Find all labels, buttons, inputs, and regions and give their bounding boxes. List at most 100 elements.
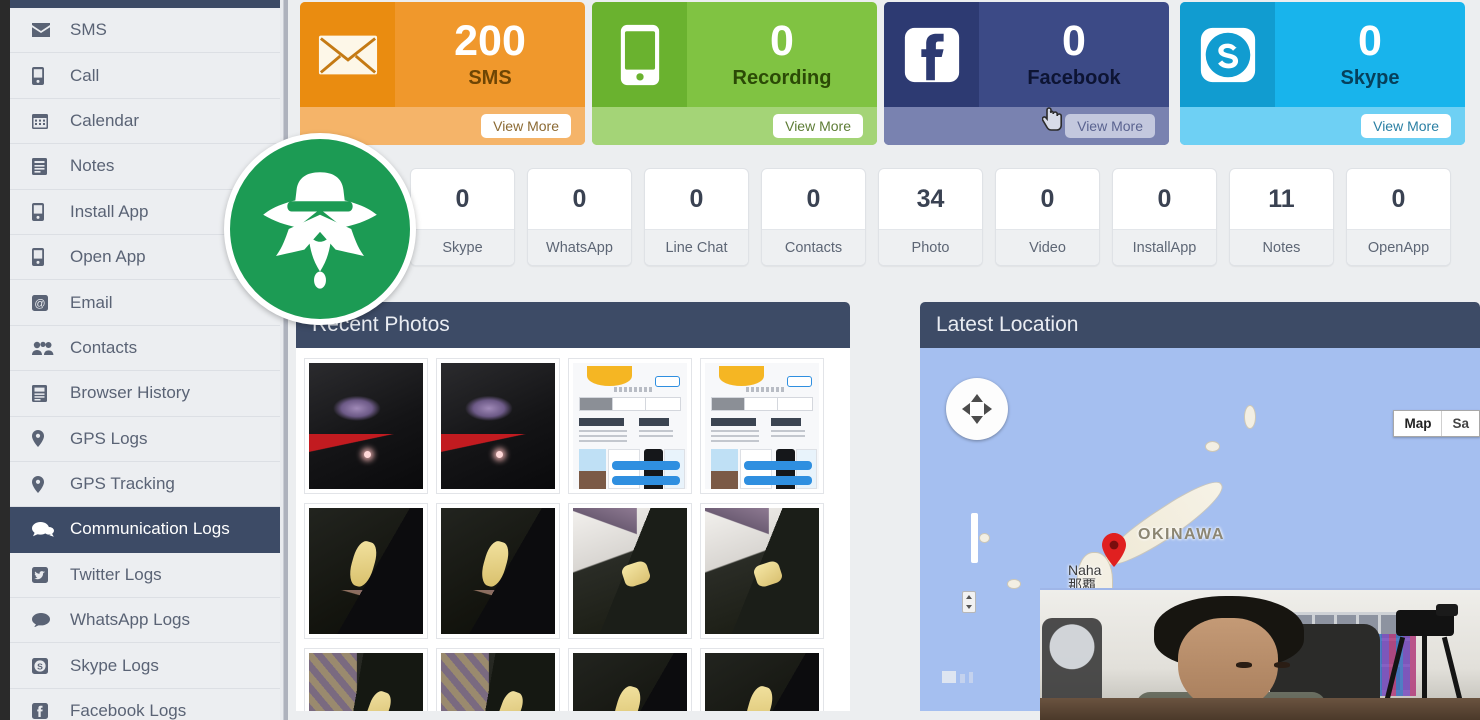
stat-tile-label: InstallApp (1113, 229, 1216, 265)
sidebar-item-call[interactable]: Call (10, 53, 280, 99)
svg-text:@: @ (34, 298, 45, 310)
sidebar-item-calendar[interactable]: Calendar (10, 98, 280, 145)
map-type-switcher[interactable]: Map Sa (1393, 410, 1480, 437)
photo-thumbnail[interactable] (304, 503, 428, 639)
summary-card-body: 200 SMS (395, 2, 585, 107)
map-zoom-handle[interactable] (962, 591, 976, 613)
stat-tile-label: Photo (879, 229, 982, 265)
sidebar-item-email[interactable]: @ Email (10, 280, 280, 326)
photo-thumbnail[interactable] (436, 503, 560, 639)
notes-icon (32, 157, 58, 175)
photo-thumbnail-image (441, 508, 555, 634)
sidebar-item-whatsapp-logs[interactable]: WhatsApp Logs (10, 598, 280, 644)
sidebar-item-label: Twitter Logs (70, 564, 162, 584)
photo-thumbnail-image (573, 653, 687, 711)
photo-thumbnail-image (309, 508, 423, 634)
stat-tile-installapp[interactable]: 0 InstallApp (1112, 168, 1217, 266)
summary-card-top: 200 SMS (300, 2, 585, 107)
sidebar-item-gps-tracking[interactable]: GPS Tracking (10, 461, 280, 508)
photo-thumbnail[interactable] (304, 358, 428, 494)
summary-card-count: 200 (454, 16, 526, 65)
map-zoom-slider[interactable] (971, 513, 978, 563)
summary-card-recording[interactable]: 0 Recording View More (592, 2, 877, 145)
map-type-map-button[interactable]: Map (1394, 411, 1441, 436)
summary-card-facebook[interactable]: 0 Facebook View More (884, 2, 1169, 145)
photo-thumbnail[interactable] (700, 648, 824, 711)
latest-location-title: Latest Location (920, 302, 1480, 348)
stat-tile-line-chat[interactable]: 0 Line Chat (644, 168, 749, 266)
stat-tile-label: Notes (1230, 229, 1333, 265)
summary-card-skype[interactable]: 0 Skype View More (1180, 2, 1465, 145)
sidebar-item-label: Browser History (70, 383, 190, 403)
svg-text:S: S (37, 661, 43, 671)
webcam-overlay (1040, 588, 1480, 720)
sidebar-item-contacts[interactable]: Contacts (10, 325, 280, 372)
summary-card-top: 0 Recording (592, 2, 877, 107)
stat-tile-skype[interactable]: 0 Skype (410, 168, 515, 266)
summary-card-sms[interactable]: 200 SMS View More (300, 2, 585, 145)
stat-tile-contacts[interactable]: 0 Contacts (761, 168, 866, 266)
map-type-satellite-button[interactable]: Sa (1441, 411, 1479, 436)
stat-tile-count: 0 (1157, 184, 1172, 213)
map-location-marker[interactable] (1102, 533, 1126, 567)
main-content: 200 SMS View More 0 Recording View More 0 Faceb… (292, 0, 1480, 720)
envelope-icon (32, 23, 58, 38)
webcam-person-face (1178, 618, 1290, 717)
stat-tile-photo[interactable]: 34 Photo (878, 168, 983, 266)
stat-tile-openapp[interactable]: 0 OpenApp (1346, 168, 1451, 266)
recording-view-more-button[interactable]: View More (773, 114, 863, 138)
sidebar-item-browser-history[interactable]: Browser History (10, 371, 280, 417)
stat-tile-label: OpenApp (1347, 229, 1450, 265)
summary-card-label: SMS (468, 66, 512, 89)
photo-thumbnail[interactable] (436, 648, 560, 711)
sidebar-item-twitter-logs[interactable]: Twitter Logs (10, 552, 280, 599)
skype-view-more-button[interactable]: View More (1361, 114, 1451, 138)
map-label-okinawa: OKINAWA (1138, 526, 1225, 543)
sidebar-item-label: Facebook Logs (70, 701, 187, 720)
photo-thumbnail[interactable] (304, 648, 428, 711)
sidebar-item-label: WhatsApp Logs (70, 610, 191, 630)
photo-thumbnail[interactable] (436, 358, 560, 494)
summary-card-top: 0 Skype (1180, 2, 1465, 107)
sidebar-item-label: Skype Logs (70, 655, 159, 675)
photo-thumbnail[interactable] (568, 503, 692, 639)
facebook-view-more-button[interactable]: View More (1065, 114, 1155, 138)
sidebar-item-sms[interactable]: SMS (10, 8, 280, 54)
summary-card-count: 0 (770, 16, 794, 65)
photo-thumbnail[interactable] (700, 358, 824, 494)
sidebar-item-label: Calendar (70, 110, 139, 130)
photo-thumbnail-image (573, 508, 687, 634)
skype-icon: S (32, 657, 58, 674)
map-pan-control[interactable] (946, 378, 1008, 440)
users-icon (32, 341, 58, 355)
sidebar-item-skype-logs[interactable]: S Skype Logs (10, 643, 280, 689)
photo-thumbnail[interactable] (568, 648, 692, 711)
stat-tile-label: Skype (411, 229, 514, 265)
sidebar-nav-list: SMS Call Calendar Notes Install App Open App @… (10, 8, 280, 720)
webcam-desk (1040, 698, 1480, 720)
phone-icon (32, 66, 58, 85)
sidebar-item-communication-logs[interactable]: Communication Logs (10, 507, 280, 553)
dashboard-page: SMS Call Calendar Notes Install App Open App @… (0, 0, 1480, 720)
sidebar-item-label: SMS (70, 20, 107, 40)
sidebar-item-label: Email (70, 292, 113, 312)
stat-tile-label: WhatsApp (528, 229, 631, 265)
stat-tile-video[interactable]: 0 Video (995, 168, 1100, 266)
stat-tile-count: 11 (1268, 184, 1295, 213)
photo-thumbnail[interactable] (568, 358, 692, 494)
stat-tile-notes[interactable]: 11 Notes (1229, 168, 1334, 266)
sidebar-item-facebook-logs[interactable]: Facebook Logs (10, 688, 280, 720)
phone-icon (32, 248, 58, 267)
stat-tile-count: 0 (572, 184, 587, 213)
photo-thumbnail-image (309, 653, 423, 711)
sidebar: SMS Call Calendar Notes Install App Open App @… (0, 0, 288, 720)
sms-view-more-button[interactable]: View More (481, 114, 571, 138)
stat-tile-count: 0 (455, 184, 470, 213)
stat-tile-count: 0 (1040, 184, 1055, 213)
summary-card-top: 0 Facebook (884, 2, 1169, 107)
stat-tile-whatsapp[interactable]: 0 WhatsApp (527, 168, 632, 266)
phone-icon (32, 202, 58, 221)
photo-thumbnail[interactable] (700, 503, 824, 639)
photo-thumbnail-image (441, 363, 555, 489)
sidebar-item-gps-logs[interactable]: GPS Logs (10, 416, 280, 462)
